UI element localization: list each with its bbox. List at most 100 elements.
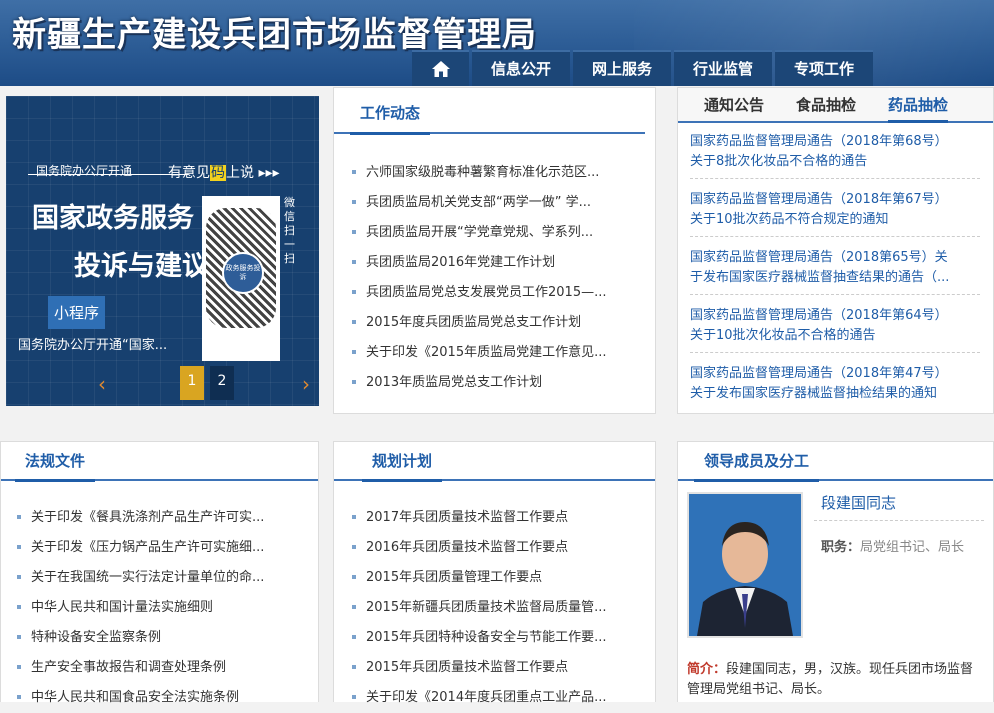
regulation-item[interactable]: 关于印发《餐具洗涤剂产品生产许可实...	[17, 503, 307, 533]
regulation-item[interactable]: 中华人民共和国食品安全法实施条例	[17, 683, 307, 713]
duty-label: 职务：	[821, 540, 861, 555]
bullet-icon	[352, 544, 356, 549]
bullet-icon	[352, 379, 356, 384]
notice-line2: 于发布国家医疗器械监督抽查结果的通告（...	[690, 270, 950, 285]
news-item[interactable]: 2015年度兵团质监局党总支工作计划	[352, 308, 647, 338]
plans-header: 规划计划	[334, 442, 655, 482]
bullet-icon	[352, 229, 356, 234]
notice-tabs-panel: 通知公告 食品抽检 药品抽检 国家药品监督管理局通告（2018年第68号） 关于8…	[677, 87, 994, 414]
bullet-icon	[17, 514, 21, 519]
bullet-icon	[352, 634, 356, 639]
regulation-item[interactable]: 中华人民共和国计量法实施细则	[17, 593, 307, 623]
bullet-icon	[352, 259, 356, 264]
leader-intro: 简介：段建国同志，男，汉族。现任兵团市场监督管理局党组书记、局长。	[687, 660, 985, 700]
work-news-panel: 工作动态 六师国家级脱毒种薯繁育标准化示范区... 兵团质监局机关党支部“两学一做…	[333, 87, 656, 414]
plan-item[interactable]: 2015年兵团质量技术监督工作要点	[352, 653, 647, 683]
qr-center-badge: 政务服务投诉	[222, 252, 264, 294]
news-item-text: 兵团质监局2016年党建工作计划	[366, 255, 556, 270]
news-item[interactable]: 六师国家级脱毒种薯繁育标准化示范区...	[352, 158, 647, 188]
plan-item[interactable]: 2016年兵团质量技术监督工作要点	[352, 533, 647, 563]
notice-item[interactable]: 国家药品监督管理局通告（2018年第68号） 关于8批次化妆品不合格的通告	[690, 132, 980, 179]
bullet-icon	[352, 289, 356, 294]
nav-info-public[interactable]: 信息公开	[472, 50, 570, 86]
regulation-item-text: 生产安全事故报告和调查处理条例	[31, 660, 227, 675]
notice-item[interactable]: 国家药品监督管理局通告（2018年第67号） 关于10批次药品不符合规定的通知	[690, 190, 980, 237]
bullet-icon	[352, 169, 356, 174]
plans-list: 2017年兵团质量技术监督工作要点 2016年兵团质量技术监督工作要点 2015年兵…	[352, 503, 647, 713]
regulations-panel: 法规文件 关于印发《餐具洗涤剂产品生产许可实... 关于印发《压力锅产品生产许可实…	[0, 441, 319, 705]
plan-item[interactable]: 2017年兵团质量技术监督工作要点	[352, 503, 647, 533]
chevron-right-icon: ›	[302, 372, 310, 396]
plan-item-text: 2015年兵团质量技术监督工作要点	[366, 660, 569, 675]
bullet-icon	[17, 634, 21, 639]
home-icon	[431, 61, 450, 77]
notice-line2: 关于发布国家医疗器械监督抽检结果的通知	[690, 386, 938, 401]
banner-page-1[interactable]: 1	[180, 366, 204, 400]
news-item[interactable]: 兵团质监局机关党支部“两学一做” 学...	[352, 188, 647, 218]
news-item-text: 兵团质监局党总支发展党员工作2015—...	[366, 285, 607, 300]
duty-value: 局党组书记、局长	[860, 540, 965, 555]
tab-notices[interactable]: 通知公告	[704, 92, 764, 120]
leaders-header: 领导成员及分工	[678, 442, 993, 482]
regulation-item[interactable]: 生产安全事故报告和调查处理条例	[17, 653, 307, 683]
notice-item[interactable]: 国家药品监督管理局通告（2018年第64号） 关于10批次化妆品不合格的通告	[690, 306, 980, 353]
notice-item[interactable]: 国家药品监督管理局通告（2018第65号）关 于发布国家医疗器械监督抽查结果的通告…	[690, 248, 980, 295]
qr-center-text: 政务服务投诉	[225, 264, 261, 281]
leader-duty: 职务：局党组书记、局长	[821, 536, 964, 555]
plan-item[interactable]: 2015年兵团质量管理工作要点	[352, 563, 647, 593]
plan-item[interactable]: 关于印发《2014年度兵团重点工业产品...	[352, 683, 647, 713]
nav-industry-supervision[interactable]: 行业监管	[674, 50, 772, 86]
news-item[interactable]: 2013年质监局党总支工作计划	[352, 368, 647, 398]
intro-text: 段建国同志，男，汉族。现任兵团市场监督管理局党组书记、局长。	[687, 662, 974, 697]
main-nav: 信息公开 网上服务 行业监管 专项工作	[412, 50, 876, 86]
plan-item-text: 2015年兵团质量管理工作要点	[366, 570, 543, 585]
bullet-icon	[352, 604, 356, 609]
news-item[interactable]: 兵团质监局开展“学党章党规、学系列...	[352, 218, 647, 248]
work-news-header: 工作动态	[334, 88, 645, 135]
notice-line1: 国家药品监督管理局通告（2018年第64号）	[690, 308, 948, 323]
regulations-title[interactable]: 法规文件	[15, 446, 96, 482]
notice-tabbar: 通知公告 食品抽检 药品抽检	[678, 88, 993, 123]
plan-item-text: 2017年兵团质量技术监督工作要点	[366, 510, 569, 525]
regulation-item-text: 中华人民共和国计量法实施细则	[31, 600, 214, 615]
work-news-title[interactable]: 工作动态	[350, 98, 431, 135]
regulation-item[interactable]: 特种设备安全监察条例	[17, 623, 307, 653]
bullet-icon	[17, 574, 21, 579]
nav-online-service[interactable]: 网上服务	[573, 50, 671, 86]
news-item-text: 2015年度兵团质监局党总支工作计划	[366, 315, 582, 330]
news-item[interactable]: 兵团质监局2016年党建工作计划	[352, 248, 647, 278]
regulation-item-text: 中华人民共和国食品安全法实施条例	[31, 690, 240, 705]
plan-item[interactable]: 2015年兵团特种设备安全与节能工作要...	[352, 623, 647, 653]
bullet-icon	[17, 544, 21, 549]
notice-line1: 国家药品监督管理局通告（2018年第67号）	[690, 192, 948, 207]
banner-next-button[interactable]: ›	[302, 372, 310, 396]
tab-drug-sampling[interactable]: 药品抽检	[888, 92, 949, 123]
leader-name[interactable]: 段建国同志	[821, 492, 896, 513]
banner-page-2[interactable]: 2	[210, 366, 234, 400]
news-item[interactable]: 关于印发《2015年质监局党建工作意见...	[352, 338, 647, 368]
notice-item[interactable]: 国家药品监督管理局通告（2018年第47号） 关于发布国家医疗器械监督抽检结果的通…	[690, 364, 980, 410]
leader-photo[interactable]	[687, 492, 803, 638]
nav-home[interactable]	[412, 50, 469, 86]
intro-label: 简介：	[687, 662, 727, 677]
leaders-title[interactable]: 领导成员及分工	[694, 446, 820, 482]
qr-prompt-mark: 码	[210, 165, 226, 181]
bullet-icon	[17, 664, 21, 669]
banner-caption[interactable]: 国务院办公厅开通“国家...	[6, 334, 192, 353]
tab-food-sampling[interactable]: 食品抽检	[796, 92, 856, 120]
regulation-item[interactable]: 关于印发《压力锅产品生产许可实施细...	[17, 533, 307, 563]
plan-item[interactable]: 2015年新疆兵团质量技术监督局质量管...	[352, 593, 647, 623]
news-item[interactable]: 兵团质监局党总支发展党员工作2015—...	[352, 278, 647, 308]
bullet-icon	[352, 319, 356, 324]
banner-headline-1: 国家政务服务	[32, 203, 194, 234]
banner-top-text: 国务院办公厅开通	[36, 164, 133, 178]
regulation-item[interactable]: 关于在我国统一实行法定计量单位的命...	[17, 563, 307, 593]
notice-line1: 国家药品监督管理局通告（2018年第47号）	[690, 366, 948, 381]
regulations-header: 法规文件	[1, 442, 318, 482]
nav-special-work[interactable]: 专项工作	[775, 50, 873, 86]
news-item-text: 关于印发《2015年质监局党建工作意见...	[366, 345, 607, 360]
regulation-item-text: 特种设备安全监察条例	[31, 630, 162, 645]
site-title[interactable]: 新疆生产建设兵团市场监督管理局	[12, 7, 537, 56]
plans-title[interactable]: 规划计划	[362, 446, 443, 482]
banner-prev-button[interactable]: ‹	[98, 372, 106, 396]
